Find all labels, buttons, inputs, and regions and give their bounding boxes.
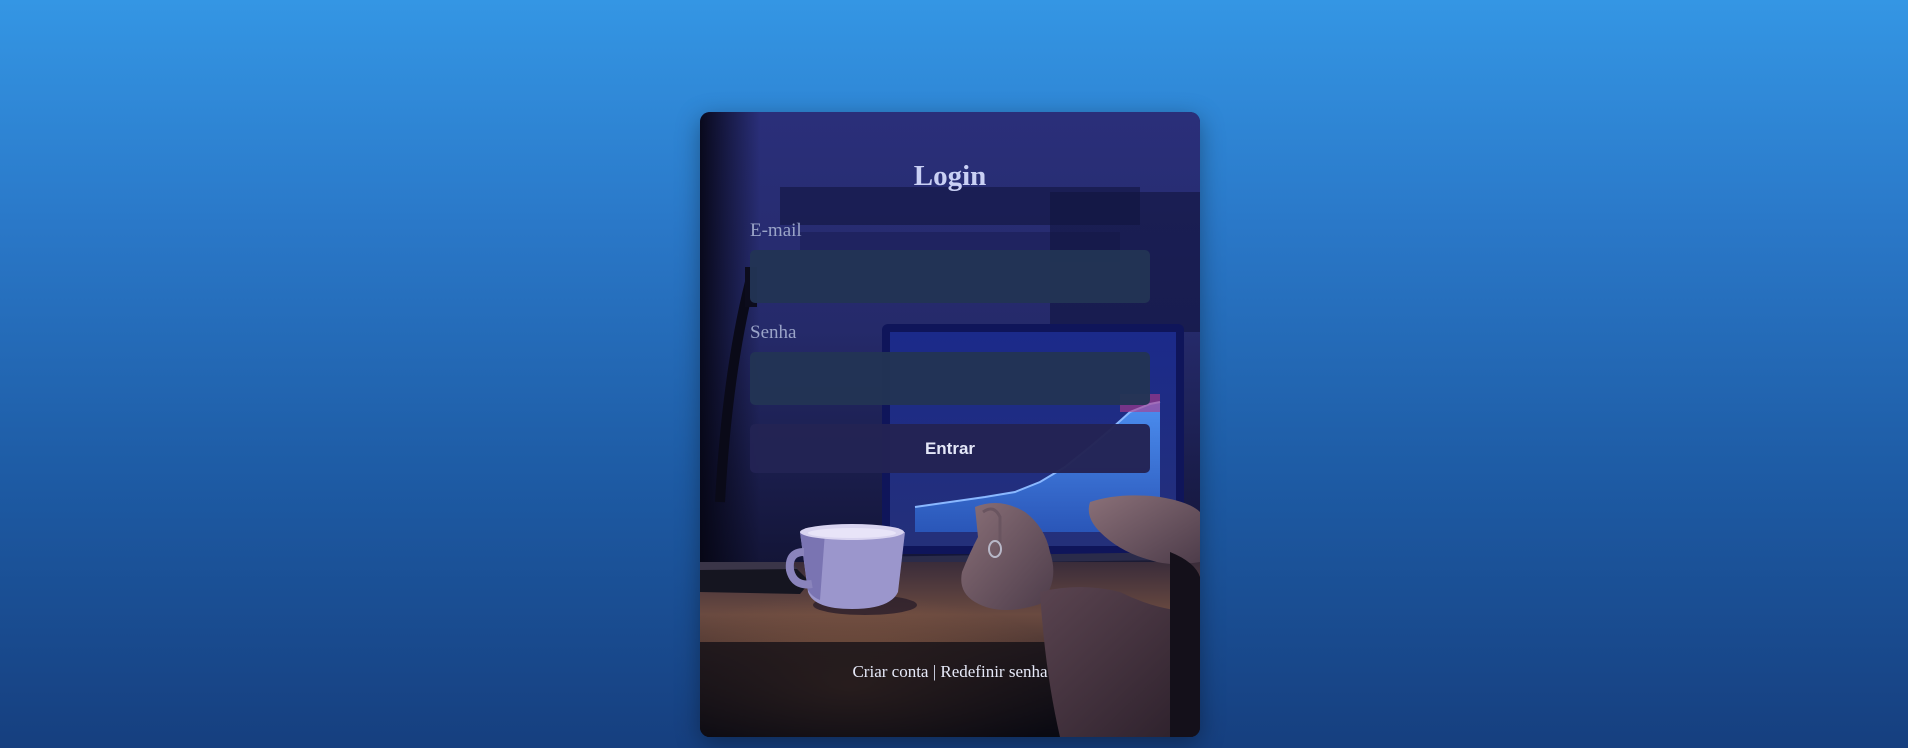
create-account-link[interactable]: Criar conta — [852, 662, 928, 681]
submit-button[interactable]: Entrar — [750, 424, 1150, 473]
footer-links: Criar conta | Redefinir senha — [700, 662, 1200, 682]
email-field[interactable] — [750, 250, 1150, 303]
reset-password-link[interactable]: Redefinir senha — [940, 662, 1047, 681]
password-label: Senha — [750, 322, 797, 343]
email-label: E-mail — [750, 220, 802, 241]
login-card: Login E-mail Senha Entrar Criar conta | … — [700, 112, 1200, 737]
links-separator: | — [932, 662, 937, 681]
password-field[interactable] — [750, 352, 1150, 405]
page-title: Login — [913, 160, 987, 192]
login-form: Login E-mail Senha Entrar Criar conta | … — [700, 112, 1200, 737]
